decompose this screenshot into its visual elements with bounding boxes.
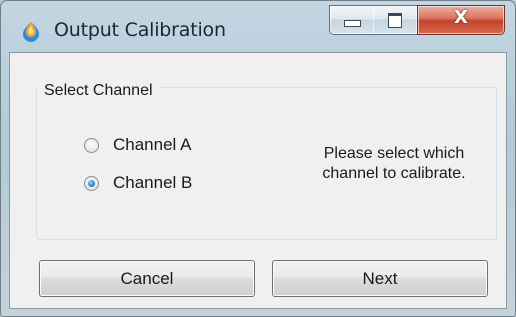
cancel-button[interactable]: Cancel: [39, 260, 255, 297]
maximize-button[interactable]: [373, 5, 418, 35]
radio-label-channel-a[interactable]: Channel A: [113, 135, 191, 155]
title-bar[interactable]: Output Calibration X: [1, 1, 515, 51]
radio-button-selected-icon[interactable]: [84, 175, 99, 191]
dialog-client-area: Select Channel Channel A Channel B Pleas…: [9, 52, 507, 309]
app-icon: [23, 22, 39, 42]
minimize-icon: [344, 20, 361, 27]
radio-button-icon[interactable]: [84, 137, 99, 153]
close-button[interactable]: X: [417, 5, 505, 35]
minimize-button[interactable]: [329, 5, 375, 35]
instruction-line-2: channel to calibrate.: [322, 165, 466, 182]
radio-label-channel-b[interactable]: Channel B: [113, 173, 192, 193]
next-button[interactable]: Next: [272, 260, 488, 297]
radio-channel-b[interactable]: Channel B: [84, 172, 192, 194]
close-icon: X: [454, 7, 468, 28]
dialog-window: Output Calibration X Select Channel Chan…: [0, 0, 516, 317]
window-title: Output Calibration: [54, 19, 226, 41]
groupbox-label: Select Channel: [38, 82, 159, 100]
maximize-icon: [388, 13, 402, 28]
instruction-line-1: Please select which: [323, 145, 465, 162]
radio-channel-a[interactable]: Channel A: [84, 134, 191, 156]
caption-buttons: X: [329, 5, 505, 35]
instruction-text: Please select which channel to calibrate…: [301, 144, 487, 184]
